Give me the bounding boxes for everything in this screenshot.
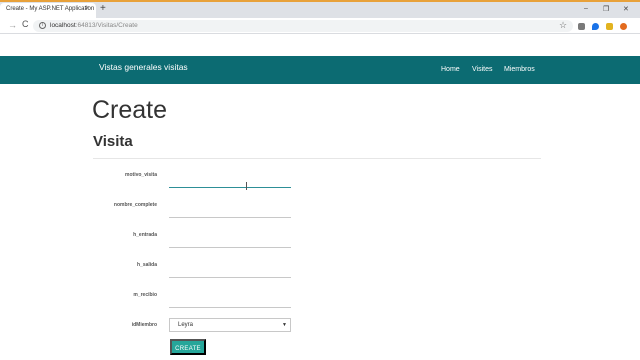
create-button[interactable]: CREATE (170, 339, 206, 355)
m-recibio-input[interactable] (169, 290, 291, 308)
label-nombre-complete: nombre_complete (113, 202, 157, 208)
lock-extension-icon[interactable] (606, 23, 613, 30)
label-h-entrada: h_entrada (133, 232, 157, 238)
browser-tab[interactable]: Create - My ASP.NET Application × (0, 3, 96, 18)
motivo-visita-input[interactable] (169, 170, 291, 188)
tab-title: Create - My ASP.NET Application (6, 6, 95, 12)
nav-link-visites[interactable]: Visites (472, 66, 493, 73)
select-value: Leyra (178, 322, 194, 328)
minimize-icon[interactable]: – (584, 5, 588, 12)
site-navbar: Vistas generales visitas Home Visites Mi… (0, 56, 640, 84)
maximize-icon[interactable]: ❐ (603, 5, 609, 13)
chevron-down-icon: ▼ (282, 322, 287, 328)
page-top-spacer (0, 34, 640, 56)
text-cursor-icon (246, 182, 248, 190)
label-id-miembro: idMiembro (131, 322, 157, 328)
label-h-salida: h_salida (136, 262, 157, 268)
label-motivo-visita: motivo_visita (125, 172, 157, 178)
bookmark-star-icon[interactable]: ☆ (559, 20, 567, 31)
new-tab-icon[interactable]: + (100, 3, 106, 15)
h-salida-input[interactable] (169, 260, 291, 278)
profile-icon[interactable] (620, 23, 627, 30)
url-text: localhost:64813/Visitas/Create (50, 22, 138, 29)
divider (93, 158, 541, 159)
page-subtitle: Visita (93, 133, 133, 150)
url-host: localhost (50, 22, 76, 29)
info-icon[interactable]: i (39, 22, 46, 29)
drop-extension-icon[interactable] (592, 23, 599, 30)
nav-link-home[interactable]: Home (441, 66, 460, 73)
url-path: :64813/Visitas/Create (75, 22, 138, 29)
extension-icon[interactable] (578, 23, 585, 30)
h-entrada-input[interactable] (169, 230, 291, 248)
browser-tabstrip: Create - My ASP.NET Application × + – ❐ … (0, 2, 640, 18)
nav-link-miembros[interactable]: Miembros (504, 66, 535, 73)
forward-icon[interactable]: → (8, 20, 17, 30)
page-title: Create (92, 96, 168, 124)
browser-toolbar: → C i localhost:64813/Visitas/Create ☆ (0, 18, 640, 34)
navbar-brand[interactable]: Vistas generales visitas (99, 62, 188, 72)
address-bar[interactable]: i localhost:64813/Visitas/Create ☆ (33, 20, 573, 32)
nombre-complete-input[interactable] (169, 200, 291, 218)
label-m-recibio: m_recibio (133, 292, 157, 298)
close-window-icon[interactable]: ✕ (623, 5, 629, 13)
reload-icon[interactable]: C (22, 19, 29, 29)
id-miembro-select[interactable]: Leyra ▼ (169, 318, 291, 332)
tab-close-icon[interactable]: × (85, 5, 89, 12)
